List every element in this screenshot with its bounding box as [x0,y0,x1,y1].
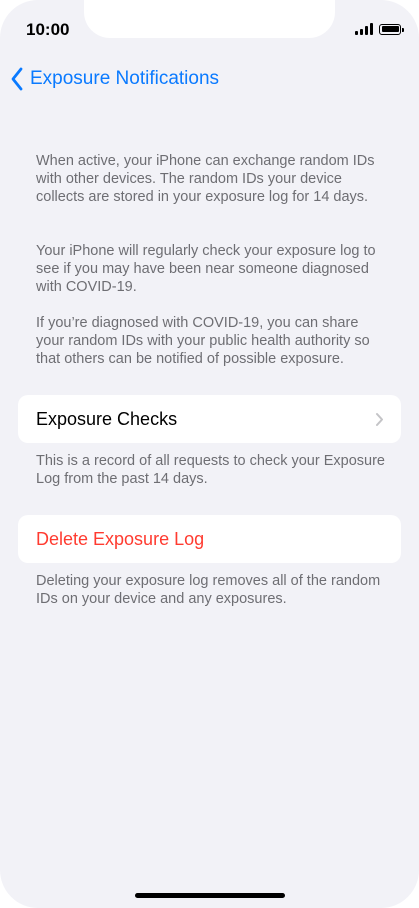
delete-exposure-log-label: Delete Exposure Log [36,528,205,549]
home-indicator[interactable] [135,893,285,898]
exposure-checks-label: Exposure Checks [36,408,178,429]
phone-screen: 10:00 Exposure Notifications When active… [0,0,419,908]
status-time: 10:00 [26,20,70,39]
intro-description: When active, your iPhone can exchange ra… [36,152,386,206]
delete-exposure-log-button[interactable]: Delete Exposure Log [18,515,401,563]
exposure-checks-cell[interactable]: Exposure Checks [18,395,401,443]
intro-paragraph: When active, your iPhone can exchange ra… [36,153,375,205]
intro-description: If you’re diagnosed with COVID-19, you c… [36,314,386,368]
intro-description: Your iPhone will regularly check your ex… [36,242,386,296]
intro-paragraph: Your iPhone will regularly check your ex… [36,243,376,295]
delete-log-footer: Deleting your exposure log removes all o… [36,573,381,607]
exposure-checks-footer: This is a record of all requests to chec… [36,453,385,487]
battery-icon [379,23,404,35]
back-button[interactable]: Exposure Notifications [10,66,219,92]
back-button-label: Exposure Notifications [30,68,220,89]
notch [84,0,335,38]
status-icons [355,23,404,35]
cellular-signal-icon [355,23,373,35]
chevron-left-icon [11,67,23,91]
chevron-right-icon [376,413,383,426]
intro-paragraph: If you’re diagnosed with COVID-19, you c… [36,315,370,367]
